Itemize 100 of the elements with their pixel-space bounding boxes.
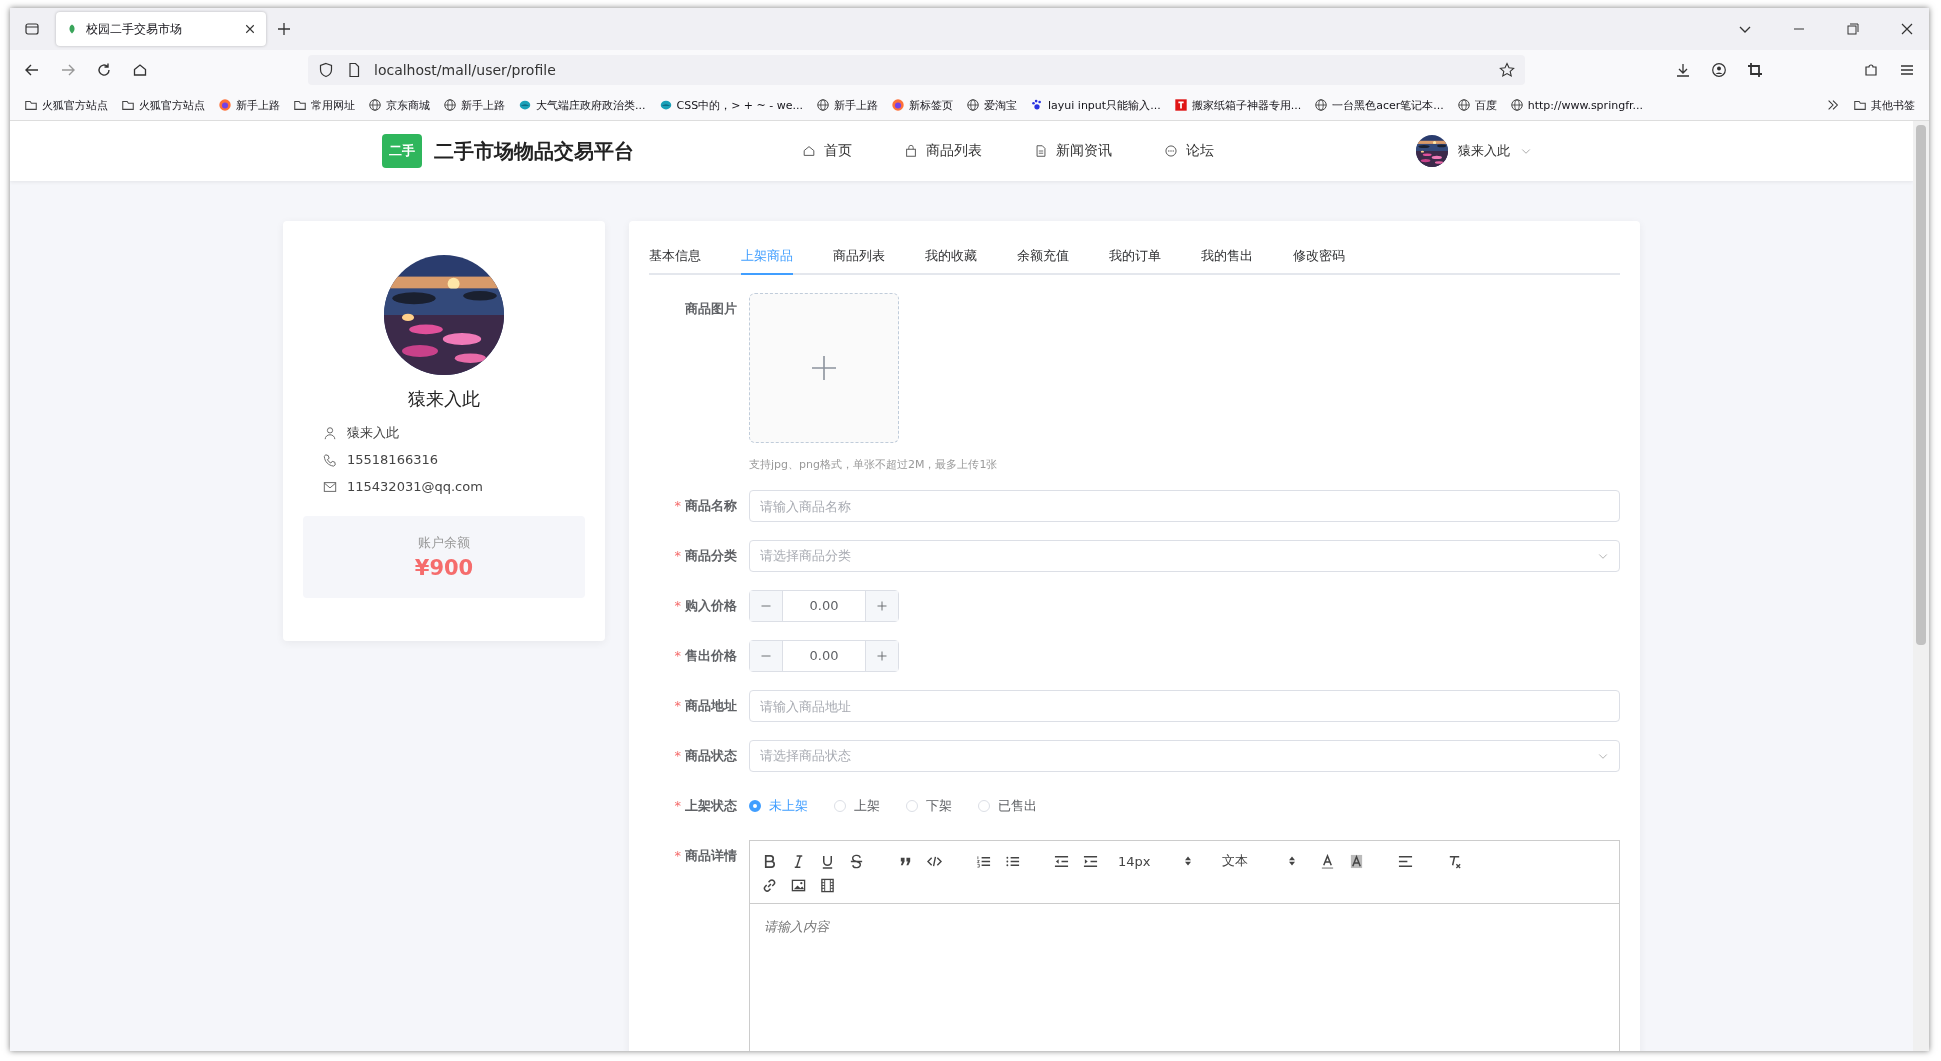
ordered-list-icon[interactable] [976, 853, 991, 869]
clear-format-icon[interactable] [1447, 853, 1462, 869]
close-icon[interactable] [244, 23, 256, 35]
bookmark[interactable]: 京东商城 [368, 97, 430, 113]
align-icon[interactable] [1398, 853, 1413, 869]
tab[interactable]: 我的售出 [1201, 247, 1253, 275]
restore-icon[interactable] [1845, 21, 1861, 37]
browser-tab[interactable]: 校园二手交易市场 [56, 12, 266, 46]
nav-link[interactable]: 首页 [801, 142, 852, 160]
tab-list-icon[interactable] [24, 21, 40, 37]
tab[interactable]: 基本信息 [649, 247, 701, 275]
indent-icon[interactable] [1083, 853, 1098, 869]
required-mark: * [674, 648, 681, 663]
menu-icon[interactable] [1899, 62, 1915, 78]
bag-icon [903, 144, 918, 158]
nav-link[interactable]: 商品列表 [903, 142, 982, 160]
text-color-icon[interactable] [1320, 853, 1335, 869]
tab-title: 校园二手交易市场 [86, 20, 183, 38]
user-name[interactable]: 猿来入此 [1457, 142, 1510, 160]
extensions-icon[interactable] [1863, 62, 1879, 78]
star-icon[interactable] [1499, 62, 1515, 78]
tab[interactable]: 商品列表 [833, 247, 885, 275]
account-icon[interactable] [1711, 62, 1727, 78]
editor-placeholder: 请输入内容 [764, 919, 829, 934]
tab[interactable]: 余额充值 [1017, 247, 1069, 275]
site-title[interactable]: 二手市场物品交易平台 [433, 137, 634, 165]
bookmark[interactable]: 其他书签 [1853, 97, 1915, 113]
bookmark-icon [658, 98, 673, 112]
bookmark[interactable]: 新手上路 [816, 97, 878, 113]
crop-icon[interactable] [1747, 62, 1763, 78]
close-icon[interactable] [1899, 21, 1915, 37]
scrollbar-thumb[interactable] [1916, 125, 1926, 645]
back-icon[interactable] [24, 62, 40, 78]
home-icon [801, 144, 816, 158]
field-label: 商品分类 [685, 548, 737, 563]
bookmark-icon [966, 98, 980, 112]
balance-label: 账户余额 [418, 534, 470, 552]
phone-text: 15518166316 [347, 452, 438, 467]
forward-icon[interactable] [60, 62, 76, 78]
bookmark[interactable]: http://www.springfr... [1509, 98, 1643, 112]
tab[interactable]: 修改密码 [1293, 247, 1345, 275]
field-label: 商品图片 [685, 301, 737, 316]
nav-link[interactable]: 新闻资讯 [1033, 142, 1112, 160]
plus-icon[interactable] [876, 650, 888, 662]
bookmark[interactable]: 新手上路 [218, 97, 280, 113]
bookmark[interactable]: 新标签页 [891, 97, 953, 113]
number-field[interactable]: 0.00 [749, 590, 899, 622]
required-mark: * [674, 748, 681, 763]
sort-icon [1184, 855, 1192, 867]
bookmark-icon [1030, 98, 1044, 112]
bookmark[interactable]: 百度 [1456, 97, 1497, 113]
plus-icon[interactable] [876, 600, 888, 612]
font-size-select[interactable]: 14px [1118, 853, 1192, 869]
required-mark: * [674, 848, 681, 863]
nav-link[interactable]: 论坛 [1163, 142, 1214, 160]
font-select[interactable]: 文本 [1222, 852, 1296, 870]
bookmark[interactable]: layui input只能输入... [1030, 97, 1161, 113]
underline-icon[interactable] [820, 853, 835, 869]
bookmark-icon [1456, 98, 1471, 112]
required-mark: * [674, 798, 681, 813]
video-icon[interactable] [820, 877, 835, 893]
number-field[interactable]: 0.00 [749, 640, 899, 672]
bookmark[interactable]: 常用网址 [293, 97, 355, 113]
strikethrough-icon[interactable] [849, 853, 864, 869]
required-mark: * [674, 698, 681, 713]
link-icon[interactable] [762, 877, 777, 893]
bookmark[interactable]: 火狐官方站点 [121, 97, 205, 113]
bookmark[interactable]: 搬家纸箱子神器专用... [1173, 97, 1302, 113]
leaf-icon [66, 23, 78, 35]
highlight-icon[interactable] [1349, 853, 1364, 869]
field-label: 商品状态 [685, 748, 737, 763]
home-icon[interactable] [132, 62, 148, 78]
outdent-icon[interactable] [1054, 853, 1069, 869]
image-icon[interactable] [791, 877, 806, 893]
bookmark[interactable]: 火狐官方站点 [24, 97, 108, 113]
radio-option[interactable]: 已售出 [978, 797, 1037, 815]
bookmark-icon [293, 98, 307, 112]
bold-icon[interactable] [762, 853, 777, 869]
bookmark-icon [1314, 98, 1329, 112]
url-text: localhost/mall/user/profile [374, 62, 556, 78]
bookmark[interactable]: CSS中的，> + ~ - we... [658, 97, 803, 113]
input-field[interactable]: 请输入商品地址 [749, 690, 1620, 722]
new-tab-icon[interactable] [276, 21, 292, 37]
address-bar[interactable]: localhost/mall/user/profile [308, 55, 1525, 85]
tab[interactable]: 我的收藏 [925, 247, 977, 275]
bookmark-icon [518, 98, 532, 112]
bookmark[interactable]: 一台黑色acer笔记本... [1314, 97, 1444, 113]
shield-icon [318, 62, 334, 78]
download-icon[interactable] [1675, 62, 1691, 78]
radio-option[interactable]: 下架 [906, 797, 952, 815]
tab[interactable]: 我的订单 [1109, 247, 1161, 275]
editor-area[interactable]: 请输入内容 [750, 904, 1619, 1051]
bookmark[interactable]: 大气端庄政府政治类... [518, 97, 646, 113]
input-field[interactable]: 请输入商品名称 [749, 490, 1620, 522]
bookmark[interactable]: 爱淘宝 [966, 97, 1017, 113]
bookmark[interactable]: 新手上路 [443, 97, 505, 113]
reload-icon[interactable] [96, 62, 112, 78]
radio-option[interactable]: 上架 [834, 797, 880, 815]
more-icon[interactable] [1826, 98, 1840, 112]
radio-button[interactable] [749, 800, 761, 812]
